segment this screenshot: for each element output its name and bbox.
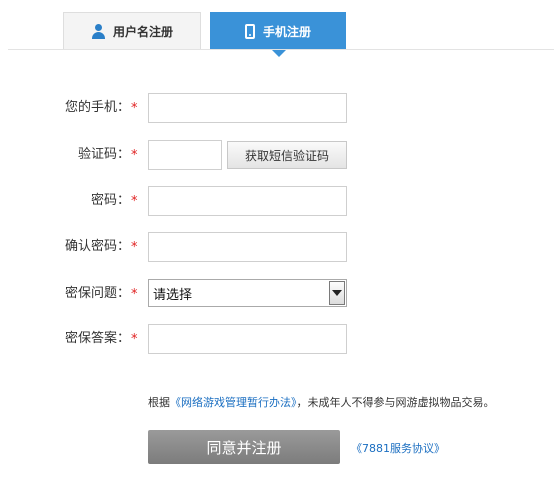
tab-phone-register[interactable]: 手机注册 bbox=[210, 12, 346, 57]
regulation-link[interactable]: 《网络游戏管理暂行办法》 bbox=[170, 396, 297, 409]
security-question-label: 密保问题： bbox=[64, 286, 130, 301]
service-agreement-link[interactable]: 《7881服务协议》 bbox=[351, 440, 445, 456]
required-mark: * bbox=[131, 240, 138, 255]
confirm-password-row: 确认密码： * bbox=[0, 232, 554, 262]
notice-suffix: ，未成年人不得参与网游虚拟物品交易。 bbox=[296, 396, 495, 409]
tab-username-register[interactable]: 用户名注册 bbox=[63, 12, 201, 50]
security-question-select[interactable]: 请选择 bbox=[148, 279, 347, 307]
required-mark: * bbox=[131, 332, 138, 347]
password-row: 密码： * bbox=[0, 186, 554, 216]
mobile-phone-icon bbox=[244, 23, 255, 39]
phone-input[interactable] bbox=[148, 93, 347, 123]
user-icon bbox=[91, 24, 105, 39]
legal-notice: 根据《网络游戏管理暂行办法》，未成年人不得参与网游虚拟物品交易。 bbox=[148, 394, 495, 410]
confirm-password-input[interactable] bbox=[148, 232, 347, 262]
get-sms-code-button[interactable]: 获取短信验证码 bbox=[227, 141, 347, 169]
tab-phone-label: 手机注册 bbox=[262, 24, 311, 39]
phone-label: 您的手机： bbox=[64, 100, 130, 115]
dropdown-button[interactable] bbox=[329, 281, 345, 305]
register-tabs: 用户名注册 手机注册 bbox=[0, 0, 554, 57]
verification-code-input[interactable] bbox=[148, 140, 222, 170]
confirm-password-label: 确认密码： bbox=[64, 239, 130, 254]
tab-username-label: 用户名注册 bbox=[112, 25, 173, 39]
code-label: 验证码： bbox=[77, 147, 130, 162]
phone-row: 您的手机： * bbox=[0, 93, 554, 123]
active-tab-pointer bbox=[272, 50, 286, 57]
required-mark: * bbox=[131, 287, 138, 302]
security-answer-input[interactable] bbox=[148, 324, 347, 354]
security-answer-label: 密保答案： bbox=[64, 331, 130, 346]
security-answer-row: 密保答案： * bbox=[0, 324, 554, 354]
code-row: 验证码： * 获取短信验证码 bbox=[0, 140, 554, 170]
password-input[interactable] bbox=[148, 186, 347, 216]
tab-divider bbox=[8, 49, 554, 50]
agree-and-register-button[interactable]: 同意并注册 bbox=[148, 430, 340, 464]
required-mark: * bbox=[131, 101, 138, 116]
required-mark: * bbox=[131, 194, 138, 209]
chevron-down-icon bbox=[332, 290, 342, 296]
password-label: 密码： bbox=[90, 193, 130, 208]
required-mark: * bbox=[131, 148, 138, 163]
security-question-value: 请选择 bbox=[153, 287, 193, 303]
notice-prefix: 根据 bbox=[148, 396, 170, 409]
security-question-row: 密保问题： * 请选择 bbox=[0, 279, 554, 309]
